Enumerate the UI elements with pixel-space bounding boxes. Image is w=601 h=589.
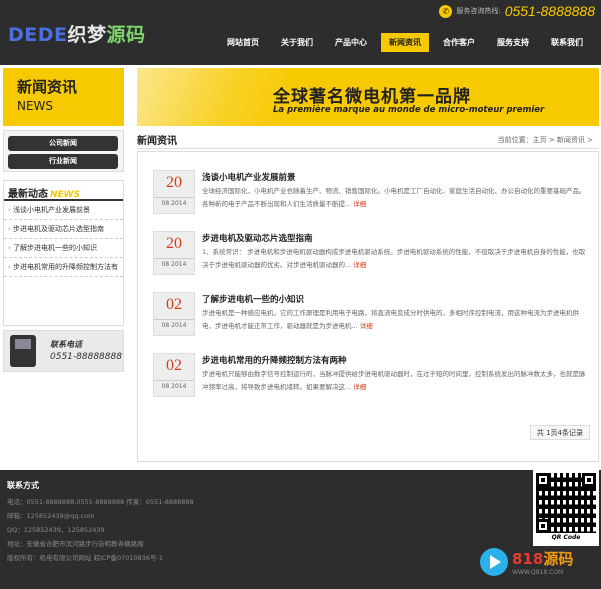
news-summary: 全球经济国际化，小电机产业也随着生产、物流、销售国际化。小电机是工厂自动化、家庭… bbox=[202, 185, 590, 211]
news-more-link[interactable]: 详细 bbox=[360, 322, 373, 330]
news-more-link[interactable]: 详细 bbox=[353, 383, 366, 391]
news-summary-text: 全球经济国际化，小电机产业也随着生产、物流、销售国际化。小电机是工厂自动化、家庭… bbox=[202, 187, 586, 208]
news-summary: 步进电机只能够由数字信号控制运行的，当脉冲提供给步进电机驱动器时，在过于短的时间… bbox=[202, 368, 590, 394]
sidebar-item-company-news[interactable]: 公司新闻 bbox=[8, 136, 118, 151]
nav-about[interactable]: 关于我们 bbox=[273, 33, 321, 52]
telephone-icon bbox=[10, 335, 36, 367]
date-month-year: 08 2014 bbox=[161, 322, 187, 329]
footer-qq: QQ：125852439，125852439 bbox=[7, 526, 105, 534]
date-day: 02 bbox=[166, 357, 182, 374]
watermark-num: 818 bbox=[512, 550, 544, 568]
news-item: 02 08 2014 了解步进电机一些的小知识 步进电机是一种感应电机，它的工作… bbox=[153, 292, 593, 340]
qr-label: QR Code bbox=[551, 534, 581, 541]
footer-title: 联系方式 bbox=[7, 481, 39, 490]
latest-news-panel: 最新动态NEWS 浅谈小电机产业发展前景 步进电机及驱动芯片选型指南 了解步进电… bbox=[3, 180, 124, 326]
watermark-logo: 818源码 bbox=[512, 548, 573, 569]
latest-news-item[interactable]: 浅谈小电机产业发展前景 bbox=[4, 201, 123, 220]
news-title[interactable]: 步进电机及驱动芯片选型指南 bbox=[202, 232, 313, 244]
logo-part-2: 织梦 bbox=[67, 24, 107, 46]
pagination-info: 共 1页4条记录 bbox=[529, 425, 590, 440]
news-summary: 步进电机是一种感应电机，它的工作原理是利用电子电路，将直流电变成分时供电的，多相… bbox=[202, 307, 590, 333]
footer-address: 地址：安徽省合肥市滨河路步行街明教寺横路阁 bbox=[7, 540, 144, 548]
news-summary-text: 步进电机是一种感应电机，它的工作原理是利用电子电路，将直流电变成分时供电的，多相… bbox=[202, 309, 579, 330]
footer-email: 邮箱：125852439@qq.com bbox=[7, 512, 95, 520]
phone-icon: ✆ bbox=[439, 4, 453, 18]
date-badge: 02 08 2014 bbox=[153, 292, 195, 336]
nav-clients[interactable]: 合作客户 bbox=[435, 33, 483, 52]
page-title: 新闻资讯 bbox=[137, 136, 177, 147]
news-summary: 1、系统常识： 步进电机和步进电机驱动器构成步进电机驱动系统。步进电机驱动系统的… bbox=[202, 246, 590, 272]
qr-code-icon bbox=[536, 473, 596, 533]
main-nav: 网站首页 关于我们 产品中心 新闻资讯 合作客户 服务支持 联系我们 bbox=[219, 33, 597, 52]
nav-products[interactable]: 产品中心 bbox=[327, 33, 375, 52]
date-divider bbox=[154, 380, 194, 381]
sidebar-menu: 公司新闻 行业新闻 bbox=[3, 130, 124, 172]
watermark-url: WWW.Q818.COM bbox=[512, 569, 564, 576]
contact-box: 联系电话 0551-88888888 bbox=[3, 330, 124, 372]
news-title[interactable]: 步进电机常用的升降频控制方法有两种 bbox=[202, 354, 347, 366]
site-logo[interactable]: DEDE织梦源码 bbox=[8, 20, 146, 47]
watermark-word: 源码 bbox=[543, 550, 574, 568]
latest-news-item[interactable]: 了解步进电机一些的小知识 bbox=[4, 239, 123, 258]
site-header: DEDE织梦源码 ✆ 服务咨询热线: 0551-8888888 网站首页 关于我… bbox=[0, 0, 601, 65]
banner-headline: 全球著名微电机第一品牌 bbox=[273, 87, 471, 107]
date-day: 20 bbox=[166, 174, 182, 191]
footer-phone: 电话：0551-8888888,0551-8888888 传真：0551-888… bbox=[7, 498, 194, 506]
content-header: 新闻资讯 当前位置：主页 > 新闻资讯 > bbox=[137, 131, 599, 149]
date-divider bbox=[154, 319, 194, 320]
watermark: 818源码 WWW.Q818.COM bbox=[480, 548, 573, 576]
sidebar-title-en: NEWS bbox=[17, 99, 54, 113]
latest-news-heading: 最新动态 NEWS bbox=[4, 181, 123, 201]
qr-code: QR Code bbox=[533, 470, 599, 546]
date-badge: 20 08 2014 bbox=[153, 170, 195, 214]
latest-news-item[interactable]: 步进电机常用的升降频控制方法有 bbox=[4, 258, 123, 277]
nav-contact[interactable]: 联系我们 bbox=[543, 33, 591, 52]
latest-title-en: NEWS bbox=[50, 190, 81, 200]
hotline-label: 服务咨询热线: bbox=[456, 7, 501, 15]
date-month-year: 08 2014 bbox=[161, 200, 187, 207]
qr-finder bbox=[536, 519, 550, 533]
nav-support[interactable]: 服务支持 bbox=[489, 33, 537, 52]
news-item: 20 08 2014 浅谈小电机产业发展前景 全球经济国际化，小电机产业也随着生… bbox=[153, 170, 593, 218]
date-divider bbox=[154, 197, 194, 198]
news-title[interactable]: 了解步进电机一些的小知识 bbox=[202, 293, 304, 305]
news-summary-text: 步进电机只能够由数字信号控制运行的，当脉冲提供给步进电机驱动器时，在过于短的时间… bbox=[202, 370, 586, 391]
banner: 全球著名微电机第一品牌 La première marque au monde … bbox=[137, 68, 599, 126]
banner-stripe bbox=[137, 68, 287, 126]
qr-finder bbox=[536, 473, 550, 487]
date-divider bbox=[154, 258, 194, 259]
nav-home[interactable]: 网站首页 bbox=[219, 33, 267, 52]
banner-subline: La première marque au monde de micro-mot… bbox=[273, 105, 545, 115]
breadcrumb[interactable]: 当前位置：主页 > 新闻资讯 > bbox=[498, 135, 593, 145]
news-summary-text: 1、系统常识： 步进电机和步进电机驱动器构成步进电机驱动系统。步进电机驱动系统的… bbox=[202, 248, 586, 269]
news-more-link[interactable]: 详细 bbox=[353, 261, 366, 269]
footer-copyright: 版权所有：机电有限公司网站 皖ICP备07010836号-1 bbox=[7, 554, 164, 562]
watermark-text: 818源码 WWW.Q818.COM bbox=[512, 548, 573, 576]
sidebar-title-cn: 新闻资讯 bbox=[17, 78, 78, 96]
contact-label: 联系电话 bbox=[50, 340, 82, 349]
hotline: ✆ 服务咨询热线: 0551-8888888 bbox=[439, 2, 595, 20]
news-item: 20 08 2014 步进电机及驱动芯片选型指南 1、系统常识： 步进电机和步进… bbox=[153, 231, 593, 279]
date-day: 20 bbox=[166, 235, 182, 252]
date-day: 02 bbox=[166, 296, 182, 313]
sidebar-title: 新闻资讯 NEWS bbox=[3, 68, 124, 126]
news-more-link[interactable]: 详细 bbox=[353, 200, 366, 208]
contact-number: 0551-88888888 bbox=[50, 352, 122, 362]
date-badge: 02 08 2014 bbox=[153, 353, 195, 397]
play-icon bbox=[480, 548, 508, 576]
latest-title-cn: 最新动态 bbox=[8, 189, 48, 200]
news-item: 02 08 2014 步进电机常用的升降频控制方法有两种 步进电机只能够由数字信… bbox=[153, 353, 593, 401]
news-title[interactable]: 浅谈小电机产业发展前景 bbox=[202, 171, 296, 183]
sidebar-item-industry-news[interactable]: 行业新闻 bbox=[8, 154, 118, 169]
logo-part-3: 源码 bbox=[106, 24, 146, 46]
hotline-number: 0551-8888888 bbox=[504, 3, 595, 19]
date-month-year: 08 2014 bbox=[161, 261, 187, 268]
date-month-year: 08 2014 bbox=[161, 383, 187, 390]
news-list: 20 08 2014 浅谈小电机产业发展前景 全球经济国际化，小电机产业也随着生… bbox=[137, 151, 599, 462]
logo-part-1: DEDE bbox=[8, 24, 68, 46]
qr-finder bbox=[582, 473, 596, 487]
date-badge: 20 08 2014 bbox=[153, 231, 195, 275]
latest-news-item[interactable]: 步进电机及驱动芯片选型指南 bbox=[4, 220, 123, 239]
nav-news[interactable]: 新闻资讯 bbox=[381, 33, 429, 52]
